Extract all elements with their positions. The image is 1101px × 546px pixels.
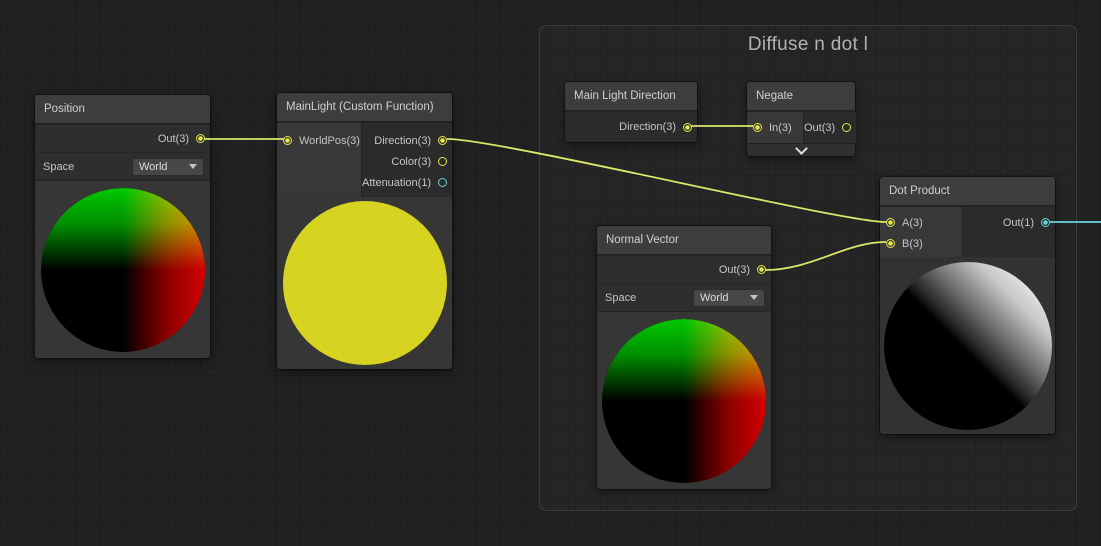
mainlight-preview (277, 197, 452, 369)
dropdown-arrow-icon (189, 164, 197, 169)
port-label: Color(3) (391, 155, 432, 168)
dot-product-b-port[interactable] (886, 239, 895, 248)
mainlight-worldpos-port[interactable] (283, 136, 292, 145)
shader-graph-canvas[interactable]: Diffuse n dot l Position Out(3) Space Wo… (0, 0, 1101, 546)
negate-in-port[interactable] (753, 123, 762, 132)
port-label: A(3) (902, 216, 923, 229)
node-dot-product[interactable]: Dot Product A(3) B(3) Out(1) (880, 177, 1055, 434)
b-row: B(3) (880, 233, 962, 254)
dropdown-value: World (139, 160, 168, 173)
dot-product-inputs: A(3) B(3) (880, 207, 962, 257)
mainlight-outputs: Direction(3) Color(3) Attenuation(1) (362, 123, 453, 197)
mld-direction-port[interactable] (683, 122, 692, 132)
normal-out-port[interactable] (757, 265, 766, 274)
mainlight-body: WorldPos(3) Direction(3) Color(3) Attenu… (277, 123, 453, 197)
dot-product-a-port[interactable] (886, 218, 895, 227)
position-space-dropdown[interactable]: World (132, 157, 204, 176)
color-row: Color(3) (362, 151, 452, 172)
position-preview (35, 181, 210, 358)
port-label: Out(3) (157, 132, 189, 145)
node-mainlight[interactable]: MainLight (Custom Function) WorldPos(3) … (277, 93, 453, 369)
port-label: Direction(3) (619, 121, 676, 133)
chevron-down-icon (794, 141, 808, 155)
node-position[interactable]: Position Out(3) Space World (35, 95, 210, 358)
normal-out-row: Out(3) (597, 256, 771, 284)
group-title[interactable]: Diffuse n dot l (540, 34, 1076, 56)
normal-space-dropdown[interactable]: World (693, 288, 765, 307)
node-title: Main Light Direction (574, 90, 676, 102)
dot-product-body: A(3) B(3) Out(1) (880, 207, 1055, 257)
node-title: Dot Product (889, 185, 950, 197)
normal-preview (597, 312, 771, 489)
mld-direction-row: Direction(3) (565, 112, 697, 142)
node-dot-product-header[interactable]: Dot Product (880, 177, 1055, 205)
dot-product-preview (880, 257, 1055, 434)
normal-space-row: Space World (597, 284, 771, 312)
node-negate[interactable]: Negate In(3) Out(3) (747, 82, 857, 156)
dot-product-outputs: Out(1) (963, 207, 1055, 257)
position-out-row: Out(3) (35, 125, 210, 153)
port-label: Out(3) (804, 121, 836, 134)
node-mainlight-header[interactable]: MainLight (Custom Function) (277, 93, 452, 121)
negate-out-row: Out(3) (804, 112, 857, 143)
node-main-light-direction-header[interactable]: Main Light Direction (565, 82, 697, 110)
direction-row: Direction(3) (362, 130, 452, 151)
position-preview-sphere (40, 187, 205, 352)
negate-in-row: In(3) (747, 112, 803, 143)
normal-preview-sphere (602, 318, 766, 483)
mainlight-preview-sphere (282, 201, 447, 365)
negate-out-port[interactable] (842, 123, 852, 132)
attenuation-row: Attenuation(1) (362, 172, 452, 193)
node-title: Position (44, 103, 85, 115)
port-label: WorldPos(3) (299, 134, 360, 147)
space-label: Space (43, 160, 75, 173)
dropdown-arrow-icon (750, 295, 758, 300)
node-normal-vector-header[interactable]: Normal Vector (597, 226, 771, 254)
mainlight-color-port[interactable] (438, 157, 448, 166)
a-row: A(3) (880, 212, 962, 233)
mainlight-attenuation-port[interactable] (438, 178, 448, 187)
position-space-row: Space World (35, 153, 210, 181)
node-title: Negate (756, 90, 794, 102)
space-label: Space (605, 291, 637, 304)
port-label: Attenuation(1) (362, 176, 432, 189)
node-main-light-direction[interactable]: Main Light Direction Direction(3) (565, 82, 697, 142)
mainlight-direction-port[interactable] (438, 136, 448, 145)
port-label: In(3) (769, 121, 792, 134)
position-out-port[interactable] (196, 134, 205, 143)
port-label: Out(3) (718, 263, 750, 276)
node-negate-header[interactable]: Negate (747, 82, 855, 110)
negate-body: In(3) Out(3) (747, 112, 857, 143)
port-label: Out(1) (1002, 216, 1034, 229)
node-title: Normal Vector (606, 234, 679, 246)
mainlight-inputs: WorldPos(3) (277, 123, 361, 197)
dropdown-value: World (700, 291, 729, 304)
node-title: MainLight (Custom Function) (286, 101, 434, 113)
port-label: Direction(3) (374, 134, 432, 147)
out-row: Out(1) (963, 212, 1055, 233)
dot-product-preview-sphere (883, 261, 1052, 430)
node-position-header[interactable]: Position (35, 95, 210, 123)
negate-preview-expander[interactable] (747, 141, 855, 156)
worldpos-row: WorldPos(3) (277, 130, 361, 151)
node-normal-vector[interactable]: Normal Vector Out(3) Space World (597, 226, 771, 489)
port-label: B(3) (902, 237, 923, 250)
dot-product-out-port[interactable] (1041, 218, 1050, 227)
